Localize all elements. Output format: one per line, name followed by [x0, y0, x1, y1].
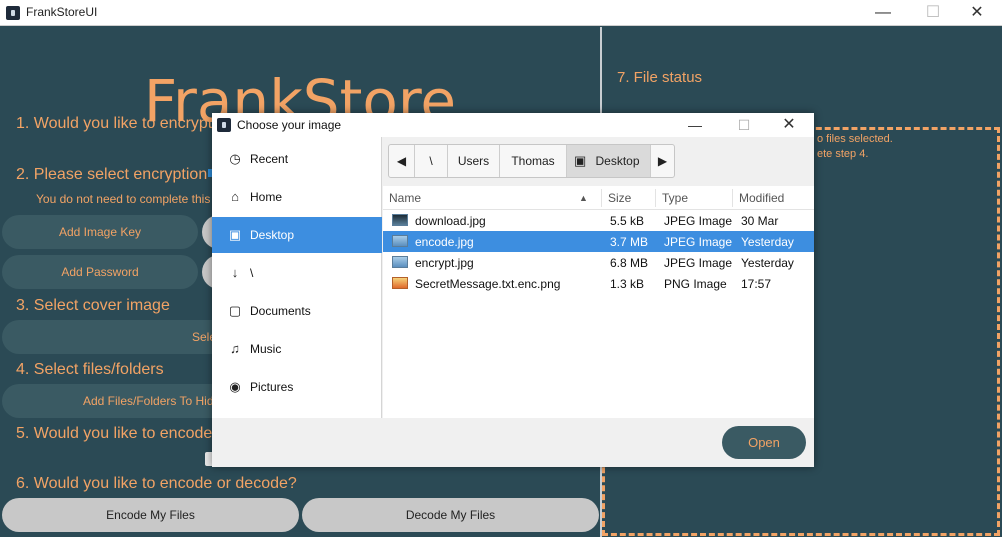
step-1-label: 1. Would you like to encrypt: [16, 115, 213, 132]
column-size[interactable]: Size: [608, 191, 631, 205]
place-documents[interactable]: ▢ Documents: [212, 293, 382, 329]
breadcrumb-thomas[interactable]: Thomas: [500, 145, 567, 177]
breadcrumb-desktop[interactable]: ▣ Desktop: [567, 145, 651, 177]
close-button[interactable]: ✕: [954, 0, 1000, 26]
step-5-label: 5. Would you like to encode: [16, 425, 213, 442]
step-2-label: 2. Please select encryption pa: [16, 166, 230, 183]
file-row[interactable]: download.jpg 5.5 kB JPEG Image 30 Mar: [383, 210, 814, 231]
dialog-close-button[interactable]: ✕: [769, 113, 809, 137]
app-titlebar: FrankStoreUI — ☐ ✕: [0, 0, 1002, 26]
open-button[interactable]: Open: [722, 426, 806, 459]
dialog-title: Choose your image: [237, 118, 342, 132]
minimize-button[interactable]: —: [860, 0, 906, 26]
place-recent[interactable]: ◷ Recent: [212, 141, 382, 177]
step-3-label: 3. Select cover image: [16, 297, 170, 314]
breadcrumb: ◀ \ Users Thomas ▣ Desktop ▶: [388, 144, 675, 178]
places-sidebar: ◷ Recent ⌂ Home ▣ Desktop ↓ \ ▢ Document…: [212, 137, 382, 418]
file-list: Name ▲ Size Type Modified download.jpg 5…: [383, 186, 814, 418]
step-2-hint: You do not need to complete this: [36, 192, 211, 206]
breadcrumb-back-button[interactable]: ◀: [389, 145, 415, 177]
sort-arrow-icon: ▲: [579, 193, 588, 203]
file-row[interactable]: SecretMessage.txt.enc.png 1.3 kB PNG Ima…: [383, 273, 814, 294]
image-file-icon: [392, 214, 408, 226]
maximize-button[interactable]: ☐: [910, 0, 956, 26]
status-line-2: ete step 4.: [817, 148, 869, 160]
place-music[interactable]: ♫ Music: [212, 331, 382, 367]
encode-files-button[interactable]: Encode My Files: [2, 498, 299, 532]
dialog-maximize-button[interactable]: ☐: [724, 113, 764, 137]
breadcrumb-forward-button[interactable]: ▶: [651, 145, 674, 177]
status-line-1: o files selected.: [817, 133, 893, 145]
folder-icon: ▣: [228, 227, 242, 242]
place-pictures[interactable]: ◉ Pictures: [212, 369, 382, 405]
dialog-minimize-button[interactable]: —: [675, 113, 715, 137]
file-row[interactable]: encrypt.jpg 6.8 MB JPEG Image Yesterday: [383, 252, 814, 273]
column-type[interactable]: Type: [662, 191, 688, 205]
clock-icon: ◷: [229, 151, 241, 166]
step-4-label: 4. Select files/folders: [16, 361, 164, 378]
document-icon: ▢: [228, 303, 242, 318]
breadcrumb-users[interactable]: Users: [448, 145, 500, 177]
music-icon: ♫: [230, 341, 240, 356]
add-image-key-button[interactable]: Add Image Key: [2, 215, 198, 249]
add-password-button[interactable]: Add Password: [2, 255, 198, 289]
folder-icon: ▣: [574, 153, 587, 168]
file-list-header: Name ▲ Size Type Modified: [383, 186, 814, 210]
image-file-icon: [392, 277, 408, 289]
place-home[interactable]: ⌂ Home: [212, 179, 382, 215]
download-icon: ↓: [231, 265, 239, 280]
place-root[interactable]: ↓ \: [212, 255, 382, 291]
column-modified[interactable]: Modified: [739, 191, 784, 205]
place-desktop[interactable]: ▣ Desktop: [212, 217, 382, 253]
camera-icon: ◉: [229, 379, 241, 394]
step-6-label: 6. Would you like to encode or decode?: [16, 475, 297, 492]
file-chooser-dialog: Choose your image — ☐ ✕ ◷ Recent ⌂ Home …: [212, 113, 814, 467]
decode-files-button[interactable]: Decode My Files: [302, 498, 599, 532]
image-file-icon: [392, 235, 408, 247]
breadcrumb-root[interactable]: \: [415, 145, 448, 177]
app-icon: [6, 6, 20, 20]
window-title: FrankStoreUI: [26, 5, 98, 19]
dialog-app-icon: [217, 118, 231, 132]
dialog-titlebar: Choose your image — ☐ ✕: [212, 113, 814, 137]
step-7-label: 7. File status: [617, 69, 703, 86]
home-icon: ⌂: [231, 189, 239, 204]
image-file-icon: [392, 256, 408, 268]
column-name[interactable]: Name: [389, 191, 421, 205]
file-row[interactable]: encode.jpg 3.7 MB JPEG Image Yesterday: [383, 231, 814, 252]
